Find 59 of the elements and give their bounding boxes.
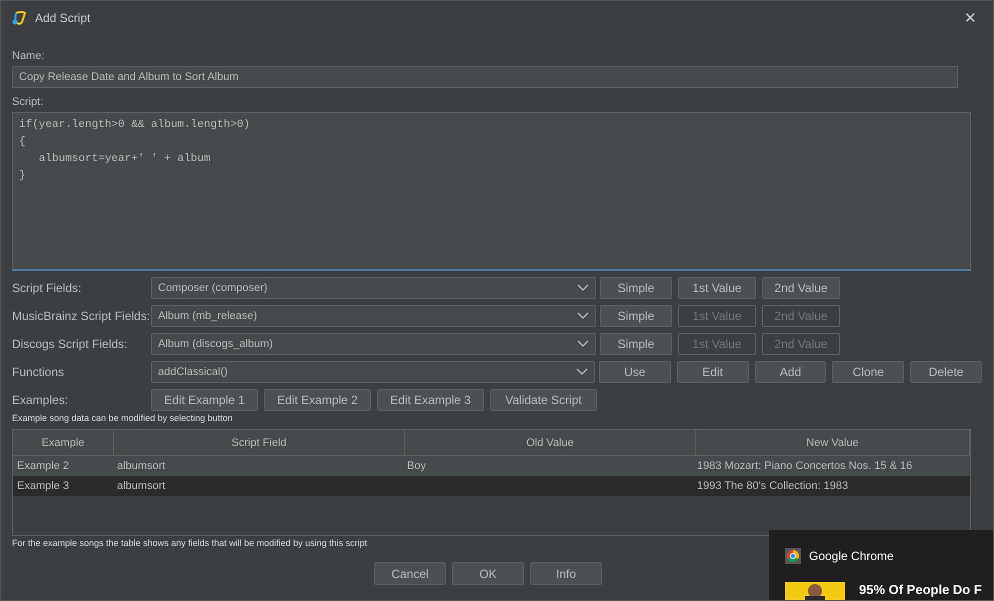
name-field[interactable]: Copy Release Date and Album to Sort Album — [12, 66, 958, 88]
dropdown[interactable]: Album (discogs_album) — [151, 333, 596, 355]
button[interactable]: Clone — [832, 361, 904, 383]
script-editor[interactable]: if(year.length>0 && album.length>0) { albumsort=year+' ' + album } — [12, 112, 971, 271]
button[interactable]: Simple — [600, 333, 672, 355]
button[interactable]: Edit Example 1 — [151, 389, 258, 411]
table-note: For the example songs the table shows any fields that will be modified by using this script — [12, 537, 368, 550]
button[interactable]: Simple — [600, 305, 672, 327]
caret-icon — [576, 368, 588, 376]
button[interactable]: Delete — [910, 361, 982, 383]
code-line: albumsort=year+' ' + album — [38, 152, 210, 167]
button[interactable]: 2nd Value — [762, 277, 840, 299]
table-cell: albumsort — [117, 480, 166, 492]
dropdown[interactable]: addClassical() — [151, 361, 595, 383]
examples-label: Examples: — [12, 393, 70, 407]
field-label: Script Fields: — [12, 281, 82, 295]
button[interactable]: Validate Script — [490, 389, 597, 411]
button[interactable]: Edit — [676, 361, 749, 383]
caret-icon — [577, 284, 589, 292]
notification-app-name: Google Chrome — [809, 549, 894, 563]
notification-headline: 95% Of People Do F — [859, 582, 982, 597]
button[interactable]: Edit Example 2 — [264, 389, 371, 411]
window-title: Add Script — [35, 10, 90, 24]
table-cell: albumsort — [117, 460, 166, 472]
code-line: } — [19, 169, 26, 184]
table-cell: Example 3 — [17, 480, 69, 492]
column-header[interactable]: Script Field — [114, 430, 405, 455]
table-cell: 1983 Mozart: Piano Concertos Nos. 15 & 16 — [697, 460, 912, 472]
chrome-icon — [785, 548, 801, 564]
button[interactable]: OK — [452, 562, 524, 585]
button[interactable]: Use — [598, 361, 671, 383]
button[interactable]: Add — [754, 361, 826, 383]
column-header[interactable]: Example — [13, 430, 114, 455]
notification[interactable]: Google Chrome 95% Of People Do F — [769, 530, 993, 600]
name-label: Name: — [12, 49, 46, 64]
table-cell: Boy — [407, 460, 426, 472]
dropdown[interactable]: Album (mb_release) — [151, 305, 596, 327]
table-cell: Example 2 — [17, 460, 69, 472]
table-row[interactable]: Example 3 albumsort 1993 The 80's Collection: 1983 — [13, 476, 970, 496]
button[interactable]: 1st Value — [678, 277, 756, 299]
button[interactable]: Cancel — [374, 562, 446, 585]
button[interactable]: Edit Example 3 — [377, 389, 484, 411]
column-header[interactable]: Old Value — [405, 430, 696, 455]
caret-icon — [577, 312, 589, 320]
button[interactable]: Simple — [600, 277, 672, 299]
table-cell: 1993 The 80's Collection: 1983 — [697, 480, 848, 492]
column-header[interactable]: New Value — [696, 430, 970, 455]
field-label: Discogs Script Fields: — [12, 337, 128, 351]
close-button[interactable]: ✕ — [958, 8, 983, 26]
script-label: Script: — [12, 95, 44, 110]
music-note-icon — [11, 10, 27, 26]
field-label: Functions — [12, 365, 66, 379]
caret-icon — [577, 340, 589, 348]
hint-text: Example song data can be modified by selecting button — [12, 412, 234, 425]
dropdown[interactable]: Composer (composer) — [151, 277, 596, 299]
code-line: { — [19, 135, 26, 150]
button[interactable]: Info — [530, 562, 602, 585]
code-line: if(year.length>0 && album.length>0) — [19, 118, 250, 133]
table-row[interactable]: Example 2 albumsort Boy 1983 Mozart: Piano Concertos Nos. 15 & 16 — [13, 456, 970, 476]
